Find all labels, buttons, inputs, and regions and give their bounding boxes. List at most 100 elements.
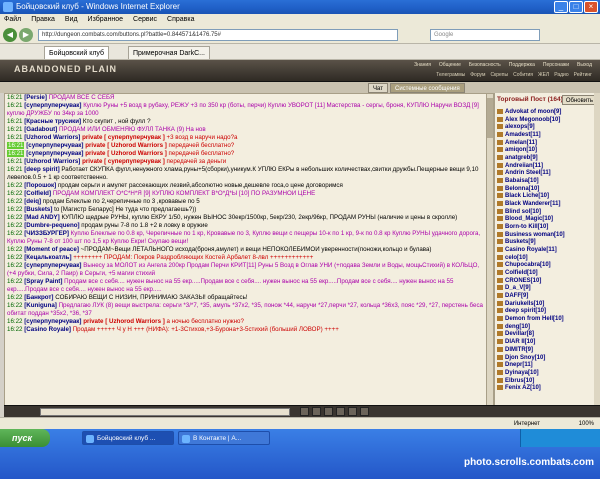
message-author[interactable]: [Colfield] [24, 190, 51, 197]
tab-chat[interactable]: Чат [368, 83, 388, 93]
message-author[interactable]: [deiq] [24, 198, 41, 205]
message-time[interactable]: 16:22 [7, 222, 22, 229]
game-subnav-item[interactable]: Телеграммы [436, 72, 465, 78]
menu-item[interactable]: Избранное [88, 14, 123, 26]
message-time[interactable]: 16:22 [7, 302, 22, 309]
user-list-item[interactable]: Belonna[10] [497, 185, 593, 194]
user-list-item[interactable]: Black Liche[10] [497, 193, 593, 201]
private-recipient[interactable]: private [ Uzhorod Warriors ] [85, 142, 167, 149]
send-icon[interactable] [300, 407, 309, 416]
user-list-item[interactable]: amiqon[10] [497, 147, 593, 155]
menu-item[interactable]: Правка [31, 14, 55, 26]
message-time[interactable]: 16:21 [7, 150, 25, 157]
menu-item[interactable]: Файл [4, 14, 21, 26]
clear-icon[interactable] [324, 407, 333, 416]
user-list-item[interactable]: deng[10] [497, 323, 593, 332]
message-author[interactable]: [суперпуперчувак] [24, 102, 81, 109]
user-list-item[interactable]: D_a_V[9] [497, 285, 593, 293]
game-nav-item[interactable]: Поддержка [509, 62, 535, 68]
maximize-button[interactable]: □ [569, 1, 583, 13]
game-nav-item[interactable]: Общение [439, 62, 461, 68]
menu-item[interactable]: Вид [65, 14, 78, 26]
settings-icon[interactable] [348, 407, 357, 416]
message-time[interactable]: 16:22 [7, 326, 22, 333]
message-author[interactable]: [Кецалькоатль] [24, 254, 71, 261]
game-nav-item[interactable]: Знания [414, 62, 431, 68]
menu-item[interactable]: Справка [167, 14, 194, 26]
message-time[interactable]: 16:22 [7, 254, 22, 261]
user-list-item[interactable]: Dariukells[10] [497, 300, 593, 309]
tab-fitting-room[interactable]: Примерочная DarkC... [128, 46, 210, 59]
minimize-button[interactable]: _ [554, 1, 568, 13]
user-list-item[interactable]: Andreiian[11] [497, 162, 593, 171]
user-list-item[interactable]: DAFF[9] [497, 293, 593, 301]
user-list-item[interactable]: CRONES[10] [497, 277, 593, 286]
message-time[interactable]: 16:22 [7, 206, 22, 213]
user-list-item[interactable]: Born-to Kill[10] [497, 224, 593, 232]
user-list-item[interactable]: Amadest[11] [497, 132, 593, 140]
message-time[interactable]: 16:21 [7, 158, 22, 165]
message-time[interactable]: 16:22 [7, 214, 22, 221]
taskbar-item-vkontakte[interactable]: В Контакте | А... [178, 431, 270, 445]
message-time[interactable]: 16:21 [7, 134, 22, 141]
message-author[interactable]: [Gadabout] [24, 126, 57, 133]
game-nav-item[interactable]: Безопасность [469, 62, 501, 68]
message-author[interactable]: [Uzhorod Warriors] [24, 158, 80, 165]
private-recipient[interactable]: private [ суперпуперчувак ] [82, 134, 165, 141]
translit-icon[interactable] [360, 407, 369, 416]
user-list-item[interactable]: anatgreb[9] [497, 155, 593, 163]
message-time[interactable]: 16:22 [7, 246, 22, 253]
message-author[interactable]: [Банкрот] [24, 294, 53, 301]
message-time[interactable]: 16:21 [7, 102, 22, 109]
chat-input[interactable] [40, 408, 290, 416]
user-list-item[interactable]: Demon from Hell[10] [497, 316, 593, 324]
message-time[interactable]: 16:22 [7, 262, 22, 269]
message-author[interactable]: [Persie] [24, 94, 47, 101]
user-list-item[interactable]: Djon Snoy[10] [497, 354, 593, 363]
user-list-item[interactable]: Elbrus[10] [497, 377, 593, 386]
message-author[interactable]: [Uzhorod Warriors] [24, 134, 80, 141]
game-subnav-item[interactable]: Собития [513, 72, 533, 78]
user-list-item[interactable]: DIMITR[9] [497, 346, 593, 355]
user-list-item[interactable]: Babaisa[10] [497, 178, 593, 186]
message-author[interactable]: [Spray Paint] [24, 278, 62, 285]
scroll-thumb[interactable] [487, 98, 493, 138]
message-author[interactable]: [Casino Royale] [24, 326, 71, 333]
tab-system-messages[interactable]: Системные сообщения [390, 83, 465, 93]
message-time[interactable]: 16:22 [7, 294, 22, 301]
game-subnav-item[interactable]: Рейтинг [574, 72, 592, 78]
message-author[interactable]: [суперпуперчувак] [24, 262, 81, 269]
user-list-item[interactable]: Casino Royale[11] [497, 247, 593, 255]
close-button[interactable]: × [584, 1, 598, 13]
refresh-button[interactable]: Обновить [561, 95, 597, 105]
message-time[interactable]: 16:22 [7, 230, 22, 237]
message-time[interactable]: 16:22 [7, 318, 22, 325]
message-time[interactable]: 16:21 [7, 142, 25, 149]
forward-button[interactable]: ▶ [19, 28, 33, 42]
user-list-item[interactable]: Dyinaya[10] [497, 369, 593, 378]
filter-icon[interactable] [336, 407, 345, 416]
game-subnav-item[interactable]: Форум [470, 72, 485, 78]
user-list-item[interactable]: Fenix AZ[10] [497, 385, 593, 393]
user-list-item[interactable]: Buskets[9] [497, 239, 593, 247]
message-author[interactable]: [суперпуперчувак] [26, 150, 83, 157]
tab-combats[interactable]: Бойцовский клуб [44, 46, 110, 59]
message-time[interactable]: 16:21 [7, 118, 22, 125]
game-subnav-item[interactable]: Скрепы [490, 72, 508, 78]
game-nav-item[interactable]: Выход [577, 62, 592, 68]
message-time[interactable]: 16:21 [7, 94, 22, 101]
user-list-item[interactable]: Amelan[11] [497, 139, 593, 148]
message-author[interactable]: [Dumbre-pequeno] [24, 222, 79, 229]
user-list-item[interactable]: Colfield[10] [497, 270, 593, 278]
message-time[interactable]: 16:22 [7, 198, 22, 205]
user-list-item[interactable]: DIAR II[10] [497, 339, 593, 347]
private-recipient[interactable]: private [ суперпуперчувак ] [82, 158, 165, 165]
address-bar[interactable]: http://dungeon.combats.com/buttons.pl?ba… [38, 29, 398, 41]
user-list-item[interactable]: Chupocabra[10] [497, 262, 593, 270]
user-list-item[interactable]: Advokat of moon[9] [497, 109, 593, 117]
message-time[interactable]: 16:22 [7, 182, 22, 189]
user-list-item[interactable]: deep spirit[10] [497, 308, 593, 316]
private-recipient[interactable]: private [ Uzhorod Warriors ] [83, 318, 165, 325]
user-list-item[interactable]: Alex Megonoob[10] [497, 116, 593, 125]
message-author[interactable]: [Moment of peace] [24, 246, 79, 253]
